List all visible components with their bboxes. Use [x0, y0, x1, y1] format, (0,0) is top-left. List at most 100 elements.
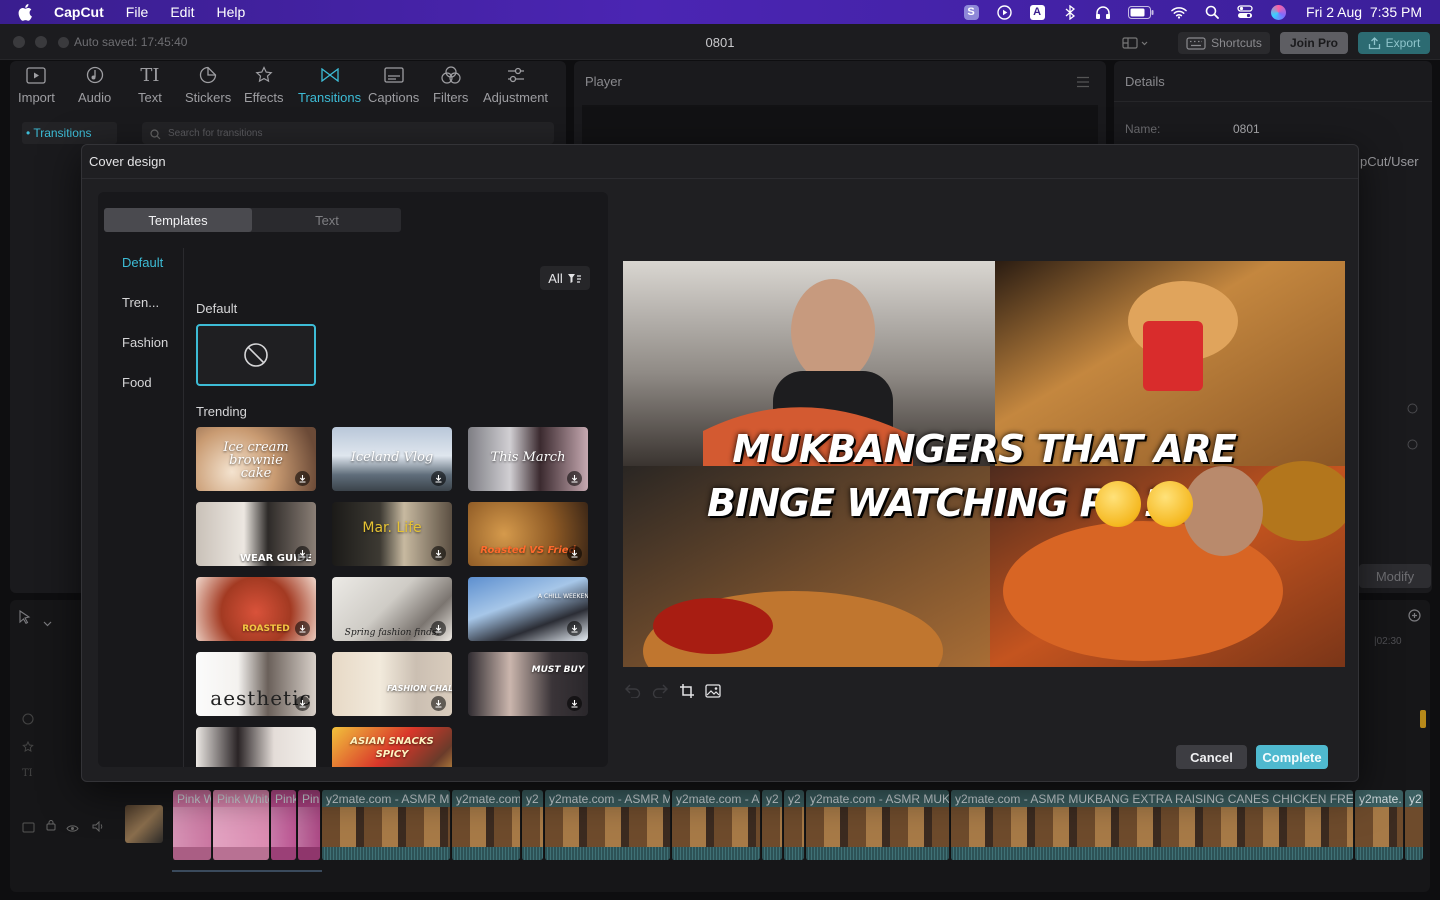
play-circle-icon[interactable]: [996, 4, 1012, 20]
timeline-clip[interactable]: y2mate.com - ASMR MUKI: [805, 790, 949, 860]
download-icon[interactable]: [431, 471, 446, 486]
menubar-clock[interactable]: Fri 2 Aug 7:35 PM: [1306, 4, 1422, 20]
menu-app-name[interactable]: CapCut: [54, 4, 104, 20]
info-icon[interactable]: [1407, 437, 1418, 455]
category-trending[interactable]: Tren...: [122, 295, 159, 310]
shortcuts-button[interactable]: Shortcuts: [1178, 32, 1270, 54]
siri-icon[interactable]: [1270, 4, 1286, 20]
wifi-icon[interactable]: [1171, 4, 1187, 20]
select-tool-icon[interactable]: [19, 609, 31, 629]
download-icon[interactable]: [295, 471, 310, 486]
lock-icon[interactable]: [46, 818, 56, 836]
bluetooth-icon[interactable]: [1062, 4, 1078, 20]
template-card[interactable]: [196, 727, 316, 767]
timeline-clip[interactable]: y2mate.com - ASMR M: [544, 790, 670, 860]
join-pro-button[interactable]: Join Pro: [1280, 32, 1348, 54]
timeline-clip[interactable]: Pink White: [212, 790, 269, 860]
tab-text[interactable]: Text: [253, 208, 401, 232]
eye-icon[interactable]: [66, 820, 79, 838]
tool-transitions[interactable]: Transitions: [298, 64, 361, 105]
speaker-icon[interactable]: [92, 819, 104, 837]
download-icon[interactable]: [567, 696, 582, 711]
redo-icon[interactable]: [650, 681, 670, 701]
battery-icon[interactable]: [1128, 4, 1154, 20]
timeline-clip[interactable]: Pink: [297, 790, 320, 860]
template-card[interactable]: FASHION CHALLENGE: [332, 652, 452, 716]
template-card[interactable]: Roasted VS Fried: [468, 502, 588, 566]
timeline-clip[interactable]: y2: [1404, 790, 1423, 860]
template-card[interactable]: Spring fashion finds.: [332, 577, 452, 641]
timeline-clip[interactable]: y2mate.com - ASMR MUKBANG EXTRA RAISING …: [950, 790, 1353, 860]
timeline-clip[interactable]: y2: [783, 790, 804, 860]
menu-help[interactable]: Help: [216, 4, 245, 20]
template-card[interactable]: MUST BUY: [468, 652, 588, 716]
timeline-scrollbar[interactable]: [172, 870, 322, 872]
cover-thumbnail[interactable]: [125, 805, 163, 843]
template-card[interactable]: Mar. Life: [332, 502, 452, 566]
menu-file[interactable]: File: [126, 4, 149, 20]
template-card[interactable]: ASIAN SNACKS SPICY: [332, 727, 452, 767]
layout-button[interactable]: [1118, 32, 1152, 54]
timeline-clip[interactable]: y2mate.com: [451, 790, 520, 860]
template-card[interactable]: This March: [468, 427, 588, 491]
download-icon[interactable]: [431, 696, 446, 711]
timeline-clip[interactable]: y2mate.com - A: [671, 790, 760, 860]
tool-filters[interactable]: Filters: [433, 64, 468, 105]
transitions-search-input[interactable]: Search for transitions: [142, 122, 554, 144]
tool-effects[interactable]: Effects: [244, 64, 284, 105]
category-food[interactable]: Food: [122, 375, 152, 390]
tool-audio[interactable]: Audio: [78, 64, 111, 105]
tool-captions[interactable]: Captions: [368, 64, 419, 105]
template-none[interactable]: [196, 324, 316, 386]
tool-adjustment[interactable]: Adjustment: [483, 64, 548, 105]
download-icon[interactable]: [295, 621, 310, 636]
complete-button[interactable]: Complete: [1256, 745, 1328, 769]
crop-icon[interactable]: [677, 681, 697, 701]
tab-templates[interactable]: Templates: [104, 208, 252, 232]
player-menu-icon[interactable]: [1076, 75, 1090, 93]
cover-caption-line1[interactable]: MUKBANGERS THAT ARE: [623, 427, 1345, 471]
category-fashion[interactable]: Fashion: [122, 335, 168, 350]
search-icon[interactable]: [1204, 4, 1220, 20]
cover-caption-line2[interactable]: BINGE WATCHING PT 1: [623, 481, 1299, 525]
download-icon[interactable]: [295, 546, 310, 561]
timeline-clip[interactable]: y2mate.com - ASMR MU: [321, 790, 450, 860]
info-icon[interactable]: [1407, 401, 1418, 419]
download-icon[interactable]: [431, 546, 446, 561]
zoom-in-icon[interactable]: [1408, 609, 1422, 628]
sidebar-item-transitions[interactable]: • Transitions: [22, 122, 117, 144]
tool-import[interactable]: Import: [18, 64, 55, 105]
template-card[interactable]: WEAR GUIDE: [196, 502, 316, 566]
download-icon[interactable]: [431, 621, 446, 636]
download-icon[interactable]: [295, 696, 310, 711]
timeline-clip[interactable]: y2: [761, 790, 782, 860]
replace-image-icon[interactable]: [703, 681, 723, 701]
filter-all-button[interactable]: All: [540, 266, 590, 290]
download-icon[interactable]: [567, 546, 582, 561]
download-icon[interactable]: [567, 471, 582, 486]
tool-text[interactable]: TI Text: [138, 64, 162, 106]
template-card[interactable]: ROASTED: [196, 577, 316, 641]
export-button[interactable]: Export: [1358, 32, 1430, 54]
undo-icon[interactable]: [623, 681, 643, 701]
a-square-icon[interactable]: A: [1029, 4, 1045, 20]
template-card[interactable]: Ice cream brownie cake: [196, 427, 316, 491]
timeline-clip[interactable]: Pink: [270, 790, 296, 860]
menu-edit[interactable]: Edit: [170, 4, 194, 20]
template-card[interactable]: aesthetic: [196, 652, 316, 716]
headphones-icon[interactable]: [1095, 4, 1111, 20]
s-badge-icon[interactable]: S: [963, 4, 979, 20]
tool-stickers[interactable]: Stickers: [185, 64, 231, 105]
download-icon[interactable]: [567, 621, 582, 636]
timeline-clip[interactable]: y2: [521, 790, 543, 860]
template-card[interactable]: Iceland Vlog: [332, 427, 452, 491]
cancel-button[interactable]: Cancel: [1176, 745, 1247, 769]
template-card[interactable]: A CHILL WEEKEND: [468, 577, 588, 641]
category-default[interactable]: Default: [122, 255, 163, 270]
timeline-clip[interactable]: y2mate.: [1354, 790, 1403, 860]
modify-button[interactable]: Modify: [1359, 564, 1431, 588]
control-center-icon[interactable]: [1237, 4, 1253, 20]
chevron-down-icon[interactable]: [43, 614, 52, 632]
apple-icon[interactable]: [18, 3, 36, 21]
timeline-clip[interactable]: Pink W: [172, 790, 211, 860]
